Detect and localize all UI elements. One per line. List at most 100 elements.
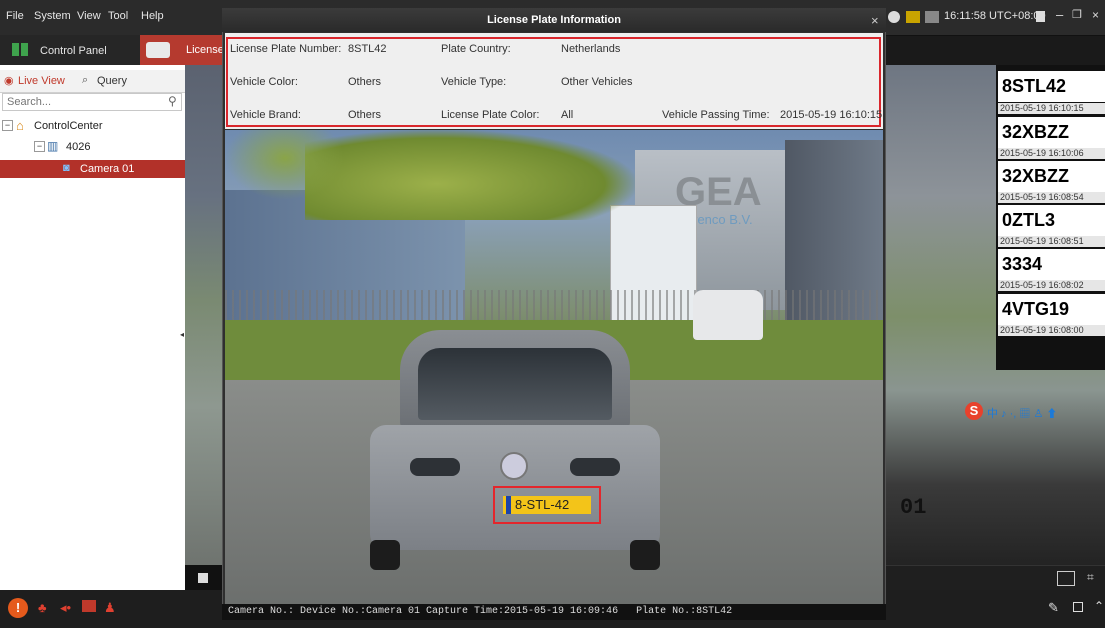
windshield (418, 348, 612, 420)
plate-card[interactable]: 0ZTL3 (998, 205, 1105, 236)
device-icon: ▥ (47, 139, 59, 153)
plate-color-label: License Plate Color: (441, 109, 540, 121)
video-feed-left (185, 65, 223, 590)
plate-text: 8-STL-42 (515, 497, 570, 512)
plate-card[interactable]: 8STL42 (998, 71, 1105, 102)
cpu-icon[interactable] (906, 11, 920, 23)
left-panel (0, 65, 185, 590)
trees (225, 130, 345, 200)
search-input[interactable] (2, 93, 182, 111)
plate-number: 3334 (1002, 254, 1043, 274)
plate-number-label: License Plate Number: (230, 43, 342, 55)
video-toolbar-left (185, 565, 223, 590)
tree-camera-label: Camera 01 (80, 163, 135, 175)
pin-icon[interactable]: ✎ (1048, 600, 1059, 616)
user-icon[interactable]: ♟ (104, 600, 116, 616)
tab-live-view[interactable]: Live View (18, 75, 65, 87)
network-icon[interactable] (888, 11, 900, 23)
vehicle-brand-value: Others (348, 109, 382, 121)
ime-logo-icon: S (965, 402, 983, 420)
tab-query[interactable]: Query (97, 75, 127, 87)
plate-number: 8STL42 (1002, 76, 1067, 96)
fullscreen-icon[interactable]: ⌗ (1087, 570, 1094, 585)
wheel (630, 540, 660, 570)
tab-license[interactable]: License (140, 35, 224, 65)
plate-country-value: Netherlands (561, 43, 621, 55)
lock-icon[interactable] (1036, 11, 1045, 22)
eye-icon: ◉ (4, 75, 14, 87)
vw-logo-icon (500, 452, 528, 480)
menu-view[interactable]: View (77, 10, 101, 22)
plate-country-label: Plate Country: (441, 43, 511, 55)
plate-card[interactable]: 4VTG19 (998, 294, 1105, 325)
vehicle (370, 330, 660, 570)
vehicle-type-label: Vehicle Type: (441, 76, 507, 88)
menu-help[interactable]: Help (141, 10, 164, 22)
plate-card[interactable]: 3334 (998, 249, 1105, 280)
menu-tool[interactable]: Tool (108, 10, 128, 22)
plate-number: 32XBZZ (1002, 166, 1070, 186)
channel-overlay: 01 (900, 495, 927, 520)
record-icon[interactable] (82, 600, 96, 612)
plate-number: 32XBZZ (1002, 122, 1070, 142)
expand-icon[interactable]: ⌃ (1094, 599, 1104, 613)
eu-band (506, 496, 511, 514)
close-icon[interactable]: × (871, 13, 879, 28)
vehicle-color-value: Others (348, 76, 382, 88)
alert-icon[interactable]: ♣ (38, 600, 47, 615)
collapse-icon[interactable]: − (2, 120, 13, 131)
query-icon: ⌕ (82, 74, 89, 86)
tree-node[interactable]: 4026 (66, 141, 90, 153)
plate-number: 4VTG19 (1002, 299, 1070, 319)
plate-number-value: 8STL42 (348, 43, 387, 55)
control-panel-icon (12, 43, 28, 56)
menu-system[interactable]: System (34, 10, 71, 22)
trees (305, 130, 635, 220)
plate-time: 2015-05-19 16:10:06 (998, 148, 1105, 159)
ime-toolbar[interactable]: S 中 ♪ ·, ▦ ♙ ⬆ (965, 402, 1105, 422)
layout-icon[interactable] (1057, 571, 1075, 586)
plate-time: 2015-05-19 16:08:54 (998, 192, 1105, 203)
parked-car (693, 290, 763, 340)
tab-license-label: License (186, 44, 224, 56)
collapse-panel-handle[interactable]: ◂ (180, 330, 184, 339)
plate-time: 2015-05-19 16:08:51 (998, 236, 1105, 247)
license-plate-icon (146, 42, 170, 58)
video-toolbar-right: ⌗ (885, 565, 1105, 591)
headlight (410, 458, 460, 476)
tree-camera-row[interactable]: ◙ Camera 01 (0, 160, 185, 178)
plate-time: 2015-05-19 16:08:02 (998, 280, 1105, 291)
ram-icon[interactable] (925, 11, 939, 23)
restore-icon[interactable]: ❐ (1072, 8, 1082, 21)
tree-root[interactable]: ControlCenter (34, 120, 102, 132)
passing-time-value: 2015-05-19 16:10:15 (780, 109, 883, 121)
system-clock: 16:11:58 UTC+08:00 (944, 10, 1046, 22)
tab-control-panel[interactable]: Control Panel (40, 45, 107, 57)
plate-time: 2015-05-19 16:08:00 (998, 325, 1105, 336)
search-icon[interactable]: ⚲ (168, 94, 177, 108)
minimize-icon[interactable]: – (1056, 7, 1063, 22)
ime-mode-icon: 中 ♪ ·, ▦ ♙ ⬆ (987, 408, 1058, 420)
vehicle-brand-label: Vehicle Brand: (230, 109, 301, 121)
stop-icon[interactable] (198, 573, 208, 583)
plate-highlight: 8-STL-42 (493, 486, 601, 524)
capture-caption: Camera No.: Device No.:Camera 01 Capture… (222, 604, 886, 620)
plate-number: 0ZTL3 (1002, 210, 1056, 230)
alarm-icon[interactable]: ! (8, 598, 28, 618)
plate-card[interactable]: 32XBZZ (998, 117, 1105, 148)
headlight (570, 458, 620, 476)
audio-icon[interactable]: ◂• (60, 600, 71, 616)
menu-file[interactable]: File (6, 10, 24, 22)
close-icon[interactable]: × (1092, 8, 1099, 22)
capture-photo: GEA Grenco B.V. 8-STL-42 (225, 130, 883, 604)
window-icon[interactable] (1073, 602, 1083, 612)
collapse-icon[interactable]: − (34, 141, 45, 152)
dialog-title: License Plate Information (222, 8, 886, 32)
plate-color-value: All (561, 109, 574, 121)
vehicle-type-value: Other Vehicles (561, 76, 633, 88)
passing-time-label: Vehicle Passing Time: (662, 109, 770, 121)
wheel (370, 540, 400, 570)
left-panel-tabs: ◉ Live View ⌕ Query (0, 70, 185, 93)
plate-card[interactable]: 32XBZZ (998, 161, 1105, 192)
plate-time: 2015-05-19 16:10:15 (998, 103, 1105, 114)
